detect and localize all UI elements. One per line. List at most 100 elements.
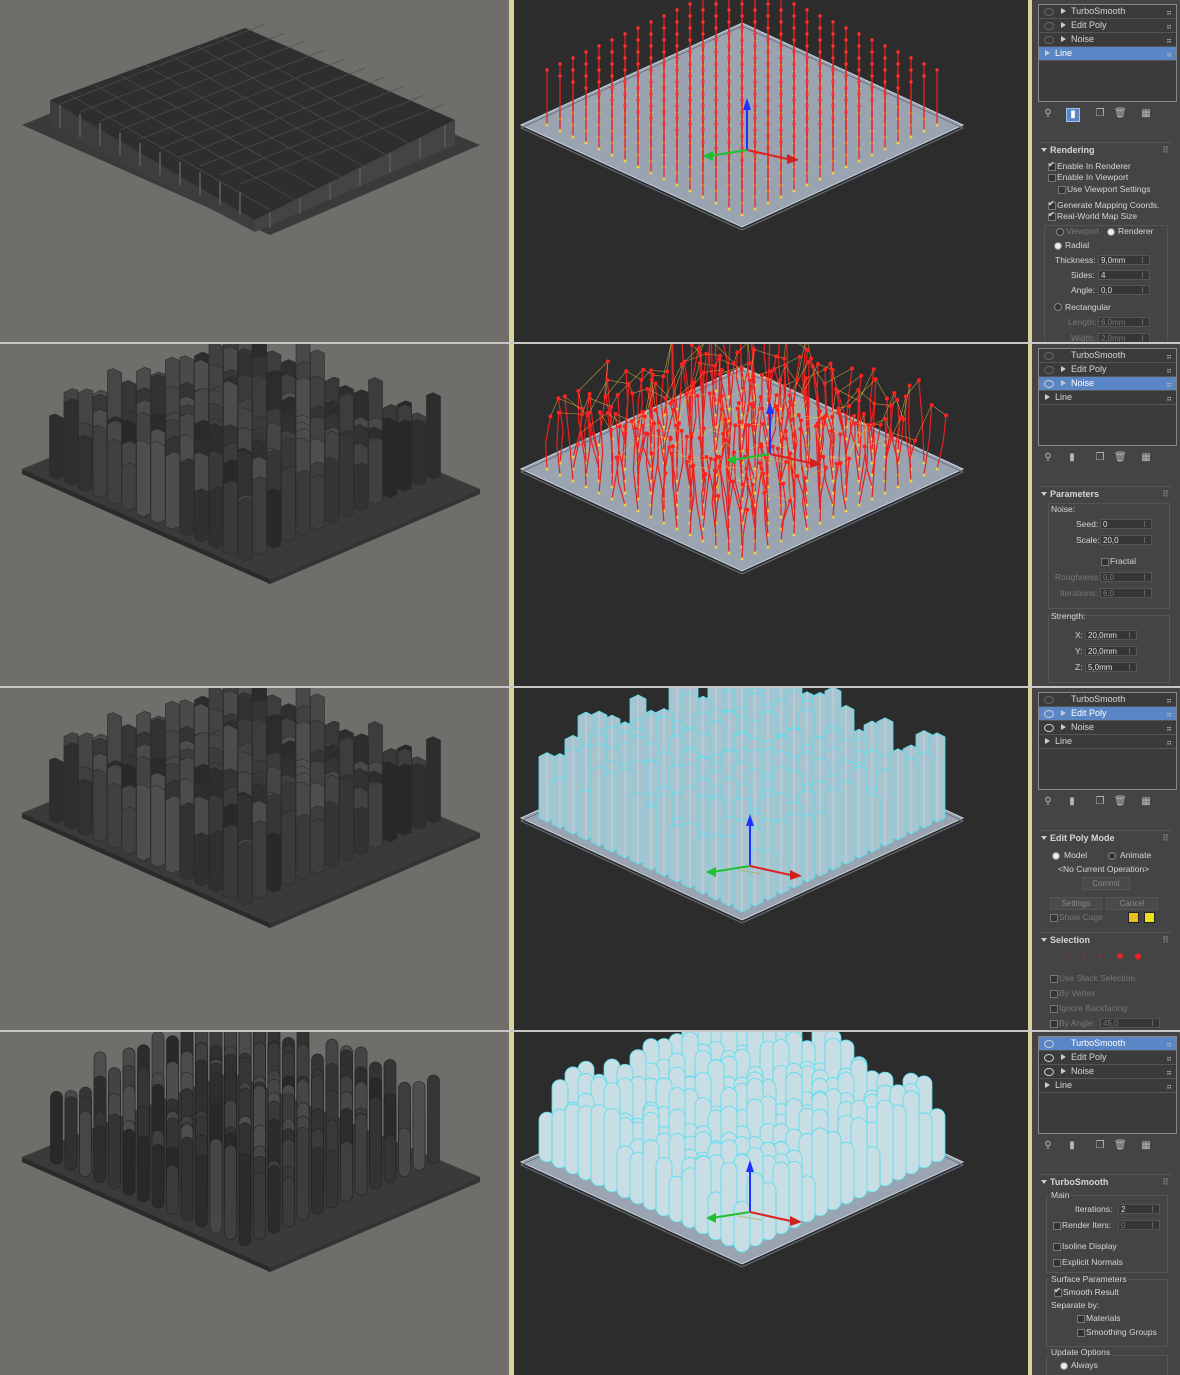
show-end-result-icon[interactable]: ▮ (1066, 452, 1078, 464)
polygon-select-icon[interactable]: ■ (1114, 951, 1126, 963)
width-spinner[interactable]: 2,0mm (1098, 333, 1150, 342)
ignore-backfacing-checkbox[interactable] (1050, 1005, 1058, 1013)
viewport-radio[interactable] (1056, 228, 1064, 236)
model-radio[interactable] (1052, 852, 1060, 860)
stack-item-edit-poly[interactable]: Edit Poly ⠶ (1039, 1051, 1176, 1065)
eye-icon[interactable] (1044, 22, 1054, 30)
length-spinner[interactable]: 6,0mm (1098, 317, 1150, 327)
pin-stack-icon[interactable]: ⚲ (1042, 796, 1054, 808)
stack-item-edit-poly[interactable]: Edit Poly ⠶ (1039, 707, 1176, 721)
animate-radio[interactable] (1108, 852, 1116, 860)
expand-icon[interactable] (1061, 380, 1066, 386)
show-end-result-icon[interactable]: ▮ (1066, 108, 1080, 122)
eye-icon[interactable] (1044, 1068, 1054, 1076)
viewport-3d[interactable] (514, 344, 1028, 686)
border-select-icon[interactable]: ○ (1094, 951, 1106, 963)
eye-icon[interactable] (1044, 710, 1054, 718)
modifier-stack[interactable]: TurboSmooth ⠶ Edit Poly ⠶ Noise ⠶ Line ⠶ (1038, 692, 1177, 790)
stack-item-noise[interactable]: Noise ⠶ (1039, 1065, 1176, 1079)
rollout-title[interactable]: Selection ⠿ (1040, 933, 1172, 947)
expand-icon[interactable] (1061, 8, 1066, 14)
stack-item-noise[interactable]: Noise ⠶ (1039, 33, 1176, 47)
make-unique-icon[interactable]: ❐ (1094, 108, 1106, 120)
iterations-spinner[interactable]: 2 (1118, 1204, 1160, 1214)
render-iters-checkbox[interactable] (1053, 1222, 1061, 1230)
expand-icon[interactable] (1045, 394, 1050, 400)
explicit-normals-checkbox[interactable] (1053, 1259, 1061, 1267)
by-angle-spinner[interactable]: 45,0 (1100, 1018, 1160, 1028)
sides-spinner[interactable]: 4 (1098, 270, 1150, 280)
edge-select-icon[interactable]: ⁄ (1078, 951, 1090, 963)
stack-item-line[interactable]: Line ⠶ (1039, 391, 1176, 405)
cage-selected-color-swatch[interactable] (1144, 912, 1155, 923)
cancel-button[interactable]: Cancel (1106, 897, 1158, 910)
scale-spinner[interactable]: 20,0 (1100, 535, 1152, 545)
use-viewport-settings-checkbox[interactable] (1058, 186, 1066, 194)
show-end-result-icon[interactable]: ▮ (1066, 1140, 1078, 1152)
strength-z-spinner[interactable]: 5,0mm (1085, 662, 1137, 672)
use-stack-selection-checkbox[interactable] (1050, 975, 1058, 983)
stack-item-line[interactable]: Line ⠶ (1039, 1079, 1176, 1093)
remove-modifier-icon[interactable]: 🗑 (1114, 108, 1127, 120)
expand-icon[interactable] (1061, 22, 1066, 28)
pin-stack-icon[interactable]: ⚲ (1042, 1140, 1054, 1152)
strength-x-spinner[interactable]: 20,0mm (1085, 630, 1137, 640)
expand-icon[interactable] (1061, 724, 1066, 730)
rollout-title[interactable]: Parameters ⠿ (1040, 487, 1172, 501)
rollout-title[interactable]: Rendering ⠿ (1040, 143, 1172, 157)
materials-checkbox[interactable] (1077, 1315, 1085, 1323)
renderer-radio[interactable] (1107, 228, 1115, 236)
strength-y-spinner[interactable]: 20,0mm (1085, 646, 1137, 656)
generate-mapping-checkbox[interactable] (1048, 199, 1056, 210)
enable-in-viewport-checkbox[interactable] (1048, 174, 1056, 182)
make-unique-icon[interactable]: ❐ (1094, 1140, 1106, 1152)
stack-item-edit-poly[interactable]: Edit Poly ⠶ (1039, 363, 1176, 377)
viewport-3d[interactable] (514, 688, 1028, 1030)
stack-item-line[interactable]: Line ⠶ (1039, 47, 1176, 61)
eye-icon[interactable] (1044, 1040, 1054, 1048)
eye-icon[interactable] (1044, 696, 1054, 704)
show-end-result-icon[interactable]: ▮ (1066, 796, 1078, 808)
stack-item-noise[interactable]: Noise ⠶ (1039, 377, 1176, 391)
modifier-stack[interactable]: TurboSmooth ⠶ Edit Poly ⠶ Noise ⠶ Line ⠶ (1038, 348, 1177, 446)
eye-icon[interactable] (1044, 380, 1054, 388)
expand-icon[interactable] (1061, 710, 1066, 716)
configure-sets-icon[interactable]: ▦ (1140, 796, 1152, 808)
expand-icon[interactable] (1045, 1082, 1050, 1088)
expand-icon[interactable] (1045, 50, 1050, 56)
stack-item-turbosmooth[interactable]: TurboSmooth ⠶ (1039, 693, 1176, 707)
rollout-title[interactable]: Edit Poly Mode ⠿ (1040, 831, 1172, 845)
by-vertex-checkbox[interactable] (1050, 990, 1058, 998)
smoothing-groups-checkbox[interactable] (1077, 1329, 1085, 1337)
expand-icon[interactable] (1061, 1054, 1066, 1060)
eye-icon[interactable] (1044, 36, 1054, 44)
modifier-stack[interactable]: TurboSmooth ⠶ Edit Poly ⠶ Noise ⠶ Line ⠶ (1038, 1036, 1177, 1134)
stack-item-turbosmooth[interactable]: TurboSmooth ⠶ (1039, 1037, 1176, 1051)
iterations-spinner[interactable]: 6,0 (1100, 588, 1152, 598)
render-iters-spinner[interactable]: 0 (1118, 1220, 1160, 1230)
stack-item-line[interactable]: Line ⠶ (1039, 735, 1176, 749)
commit-button[interactable]: Commit (1082, 877, 1130, 890)
eye-icon[interactable] (1044, 1054, 1054, 1062)
radial-radio[interactable] (1054, 242, 1062, 250)
enable-in-renderer-checkbox[interactable] (1048, 160, 1056, 171)
modifier-stack[interactable]: TurboSmooth ⠶ Edit Poly ⠶ Noise ⠶ Line ⠶ (1038, 4, 1177, 102)
seed-spinner[interactable]: 0 (1100, 519, 1152, 529)
fractal-checkbox[interactable] (1101, 558, 1109, 566)
pin-stack-icon[interactable]: ⚲ (1042, 108, 1054, 120)
roughness-spinner[interactable]: 0,0 (1100, 572, 1152, 582)
element-select-icon[interactable]: ◆ (1132, 951, 1144, 963)
always-radio[interactable] (1060, 1362, 1068, 1370)
smooth-result-checkbox[interactable] (1054, 1286, 1062, 1297)
pin-stack-icon[interactable]: ⚲ (1042, 452, 1054, 464)
configure-sets-icon[interactable]: ▦ (1140, 108, 1152, 120)
eye-icon[interactable] (1044, 724, 1054, 732)
rectangular-radio[interactable] (1054, 303, 1062, 311)
stack-item-edit-poly[interactable]: Edit Poly ⠶ (1039, 19, 1176, 33)
stack-item-turbosmooth[interactable]: TurboSmooth ⠶ (1039, 5, 1176, 19)
eye-icon[interactable] (1044, 8, 1054, 16)
eye-icon[interactable] (1044, 366, 1054, 374)
expand-icon[interactable] (1061, 1068, 1066, 1074)
thickness-spinner[interactable]: 9,0mm (1098, 255, 1150, 265)
cage-color-swatch[interactable] (1128, 912, 1139, 923)
